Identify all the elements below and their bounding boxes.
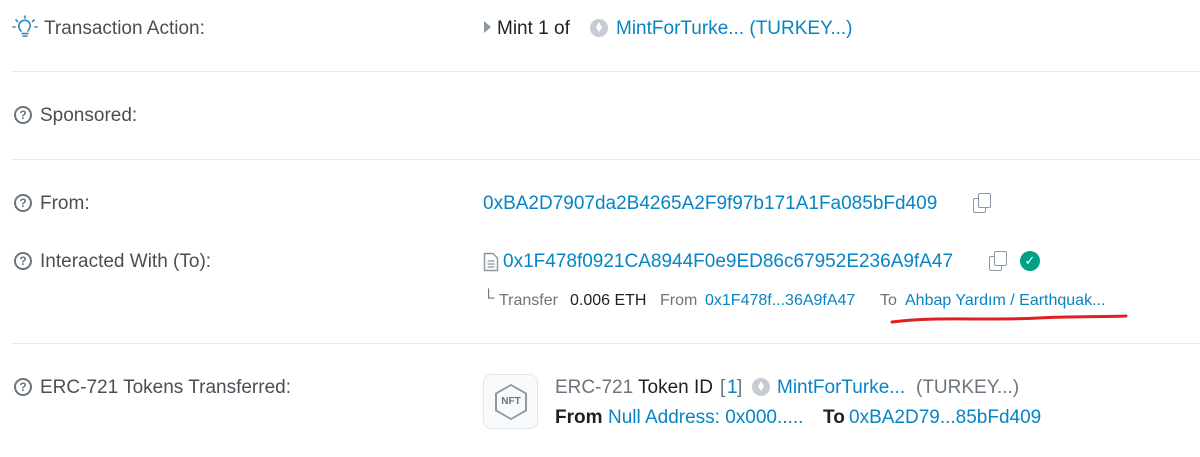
- caret-right-icon[interactable]: [484, 21, 491, 33]
- transaction-action-label: Transaction Action:: [44, 18, 205, 39]
- question-circle-icon[interactable]: ?: [14, 378, 32, 396]
- token-from-address-link[interactable]: Null Address: 0x000.....: [608, 407, 803, 429]
- token-symbol: (TURKEY...): [916, 377, 1020, 398]
- token-name-link[interactable]: MintForTurke...: [777, 377, 905, 399]
- eth-token-icon: [752, 378, 770, 396]
- token-id-open-bracket: [: [720, 377, 726, 398]
- internal-transfer-amount: 0.006 ETH: [570, 292, 647, 309]
- question-circle-icon[interactable]: ?: [14, 194, 32, 212]
- token-id-close-bracket: ]: [737, 377, 743, 398]
- eth-token-icon: [590, 19, 608, 37]
- internal-transfer-kind: Transfer: [499, 292, 558, 309]
- divider: [12, 159, 1200, 160]
- mint-verb: Mint 1 of: [497, 18, 570, 39]
- contract-address-link[interactable]: 0x1F478f0921CA8944F0e9ED86c67952E236A9fA…: [503, 251, 953, 273]
- divider: [12, 343, 1200, 344]
- token-id-label: Token ID: [638, 377, 713, 398]
- red-underline-annotation: [890, 314, 1128, 324]
- contract-file-icon: [483, 252, 499, 272]
- tokens-transferred-label: ERC-721 Tokens Transferred:: [40, 377, 291, 398]
- from-address-link[interactable]: 0xBA2D7907da2B4265A2F9f97b171A1Fa085bFd4…: [483, 193, 937, 215]
- internal-to-label: To: [880, 292, 897, 309]
- from-label: From:: [40, 193, 90, 214]
- nft-thumbnail: NFT: [483, 374, 538, 429]
- internal-tree-connector: └: [483, 290, 495, 307]
- token-id-link[interactable]: 1: [727, 377, 738, 399]
- lightbulb-icon: [12, 15, 38, 37]
- internal-from-address-link[interactable]: 0x1F478f...36A9fA47: [705, 292, 855, 310]
- question-circle-icon[interactable]: ?: [14, 252, 32, 270]
- internal-from-label: From: [660, 292, 698, 309]
- mint-token-link[interactable]: MintForTurke... (TURKEY...): [616, 18, 852, 40]
- copy-icon[interactable]: [971, 193, 991, 213]
- question-circle-icon[interactable]: ?: [14, 106, 32, 124]
- sponsored-label: Sponsored:: [40, 105, 138, 126]
- token-from-label: From: [555, 407, 603, 428]
- token-to-address-link[interactable]: 0xBA2D79...85bFd409: [849, 407, 1041, 429]
- verified-check-icon[interactable]: ✓: [1020, 251, 1040, 271]
- internal-to-name-link[interactable]: Ahbap Yardım / Earthquak...: [905, 292, 1105, 310]
- interacted-with-label: Interacted With (To):: [40, 251, 212, 272]
- token-standard: ERC-721: [555, 377, 634, 398]
- divider: [12, 71, 1200, 72]
- token-to-label: To: [823, 407, 845, 428]
- copy-icon[interactable]: [987, 251, 1007, 271]
